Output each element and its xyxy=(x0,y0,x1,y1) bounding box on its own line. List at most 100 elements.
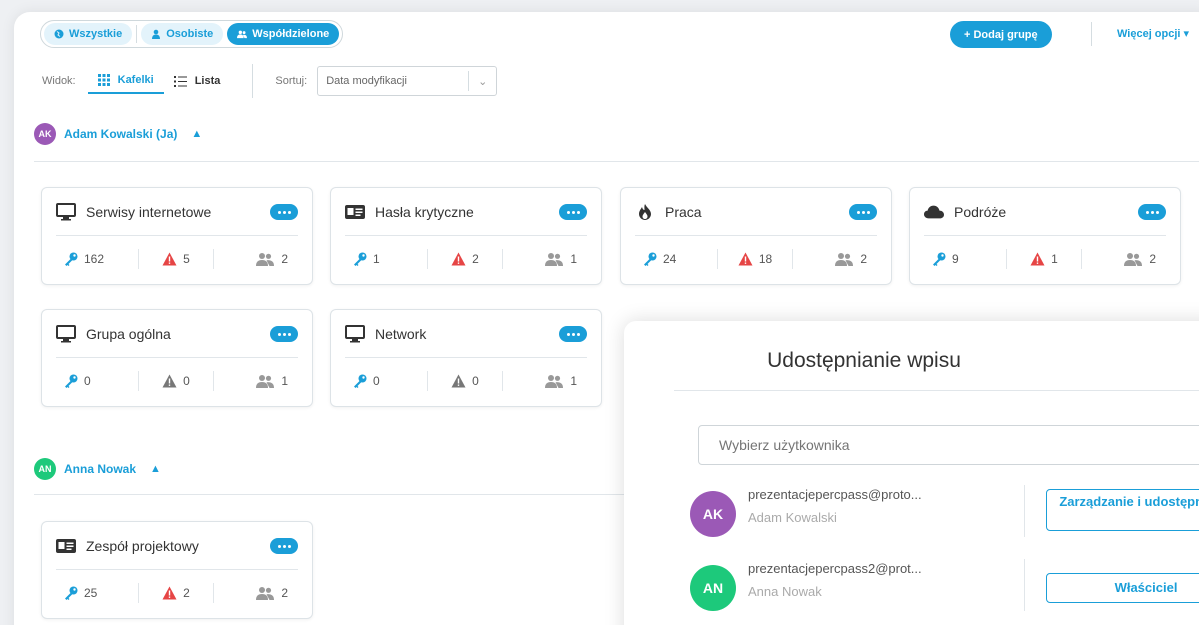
view-bar: Widok: Kafelki Lista Sortuj: Data modyfi… xyxy=(42,64,498,98)
user-select-input[interactable] xyxy=(698,425,1199,465)
view-list-toggle[interactable]: Lista xyxy=(164,68,231,94)
alert-count: 2 xyxy=(183,586,190,600)
sort-select[interactable]: Data modyfikacji ⌄ xyxy=(317,66,498,96)
divider xyxy=(1091,22,1092,46)
divider xyxy=(345,357,587,358)
user-count: 2 xyxy=(1149,252,1156,266)
password-count: 25 xyxy=(84,586,98,600)
divider xyxy=(674,390,1199,391)
key-icon xyxy=(65,374,78,388)
password-count: 0 xyxy=(373,374,380,388)
warning-icon xyxy=(738,252,753,266)
view-list-label: Lista xyxy=(194,75,221,87)
users-icon xyxy=(256,375,275,388)
alert-count: 1 xyxy=(1051,252,1058,266)
add-group-label: + Dodaj grupę xyxy=(964,28,1038,41)
stat-alerts: 2 xyxy=(139,586,213,600)
alert-count: 5 xyxy=(183,252,190,266)
filter-personal[interactable]: Osobiste xyxy=(141,23,224,45)
users-icon xyxy=(545,375,564,388)
more-actions-button[interactable] xyxy=(849,204,877,220)
owner-header-adam[interactable]: AK Adam Kowalski (Ja) ▲ xyxy=(34,123,202,145)
card-header: Serwisy internetowe xyxy=(56,200,298,224)
filter-personal-label: Osobiste xyxy=(166,28,214,40)
alert-count: 2 xyxy=(472,252,479,266)
monitor-icon xyxy=(345,325,365,343)
group-title: Serwisy internetowe xyxy=(86,204,212,220)
group-stats: 162 5 2 xyxy=(56,248,298,270)
more-actions-button[interactable] xyxy=(559,204,587,220)
stat-passwords: 162 xyxy=(56,252,138,266)
group-card[interactable]: Network 0 0 1 xyxy=(330,309,602,407)
divider xyxy=(34,161,1199,162)
group-stats: 9 1 2 xyxy=(924,248,1166,270)
filter-shared[interactable]: Współdzielone xyxy=(227,23,340,45)
more-actions-button[interactable] xyxy=(270,326,298,342)
warning-icon xyxy=(451,252,466,266)
group-card[interactable]: Praca 24 18 2 xyxy=(620,187,892,285)
filter-all[interactable]: Wszystkie xyxy=(44,23,133,45)
group-stats: 0 0 1 xyxy=(345,370,587,392)
warning-icon xyxy=(1030,252,1045,266)
divider xyxy=(136,25,138,43)
more-options-link[interactable]: Więcej opcji ▾ xyxy=(1117,27,1189,40)
group-card[interactable]: Podróże 9 1 2 xyxy=(909,187,1181,285)
more-options-label: Więcej opcji xyxy=(1117,28,1181,40)
users-icon xyxy=(545,253,564,266)
divider xyxy=(345,235,587,236)
stat-users: 2 xyxy=(214,252,298,266)
divider xyxy=(252,64,254,98)
divider xyxy=(635,235,877,236)
stat-users: 1 xyxy=(503,252,587,266)
owner-role-button[interactable]: Właściciel xyxy=(1046,573,1199,603)
avatar: AN xyxy=(690,565,736,611)
more-actions-button[interactable] xyxy=(270,538,298,554)
group-card[interactable]: Zespół projektowy 25 2 2 xyxy=(41,521,313,619)
group-title: Zespół projektowy xyxy=(86,538,199,554)
monitor-icon xyxy=(56,203,76,221)
stat-alerts: 5 xyxy=(139,252,213,266)
alert-count: 0 xyxy=(472,374,479,388)
owner-header-anna[interactable]: AN Anna Nowak ▲ xyxy=(34,458,161,480)
group-card[interactable]: Grupa ogólna 0 0 1 xyxy=(41,309,313,407)
group-title: Grupa ogólna xyxy=(86,326,171,342)
warning-icon xyxy=(162,252,177,266)
stat-users: 2 xyxy=(793,252,877,266)
key-icon xyxy=(65,252,78,266)
view-tiles-label: Kafelki xyxy=(117,74,154,86)
more-actions-button[interactable] xyxy=(559,326,587,342)
user-count: 1 xyxy=(570,252,577,266)
group-title: Network xyxy=(375,326,427,342)
group-stats: 1 2 1 xyxy=(345,248,587,270)
users-icon xyxy=(256,253,275,266)
alert-count: 0 xyxy=(183,374,190,388)
more-actions-button[interactable] xyxy=(1138,204,1166,220)
avatar: AN xyxy=(34,458,56,480)
id-card-icon xyxy=(56,537,76,555)
view-tiles-toggle[interactable]: Kafelki xyxy=(87,68,164,94)
key-icon xyxy=(644,252,657,266)
group-card[interactable]: Hasła krytyczne 1 2 1 xyxy=(330,187,602,285)
filter-group: Wszystkie Osobiste Współdzielone xyxy=(40,20,344,48)
group-stats: 24 18 2 xyxy=(635,248,877,270)
warning-icon xyxy=(162,586,177,600)
stat-passwords: 1 xyxy=(345,252,427,266)
users-icon xyxy=(835,253,854,266)
app-window: Wszystkie Osobiste Współdzielone + Dodaj… xyxy=(14,12,1199,625)
stat-alerts: 18 xyxy=(718,252,792,266)
warning-icon xyxy=(162,374,177,388)
stat-users: 2 xyxy=(1082,252,1166,266)
user-count: 1 xyxy=(281,374,288,388)
stat-users: 1 xyxy=(503,374,587,388)
sort-value: Data modyfikacji xyxy=(326,75,407,87)
divider xyxy=(924,235,1166,236)
more-actions-button[interactable] xyxy=(270,204,298,220)
users-icon xyxy=(1124,253,1143,266)
group-card[interactable]: Serwisy internetowe 162 5 2 xyxy=(41,187,313,285)
user-count: 2 xyxy=(281,252,288,266)
add-group-button[interactable]: + Dodaj grupę xyxy=(950,21,1052,48)
share-user-row: AK prezentacjepercpass@proto... Adam Kow… xyxy=(690,479,1199,539)
card-header: Zespół projektowy xyxy=(56,534,298,558)
owner-name: Adam Kowalski (Ja) xyxy=(64,127,178,141)
permission-button[interactable]: Zarządzanie i udostępnianie xyxy=(1046,489,1199,531)
